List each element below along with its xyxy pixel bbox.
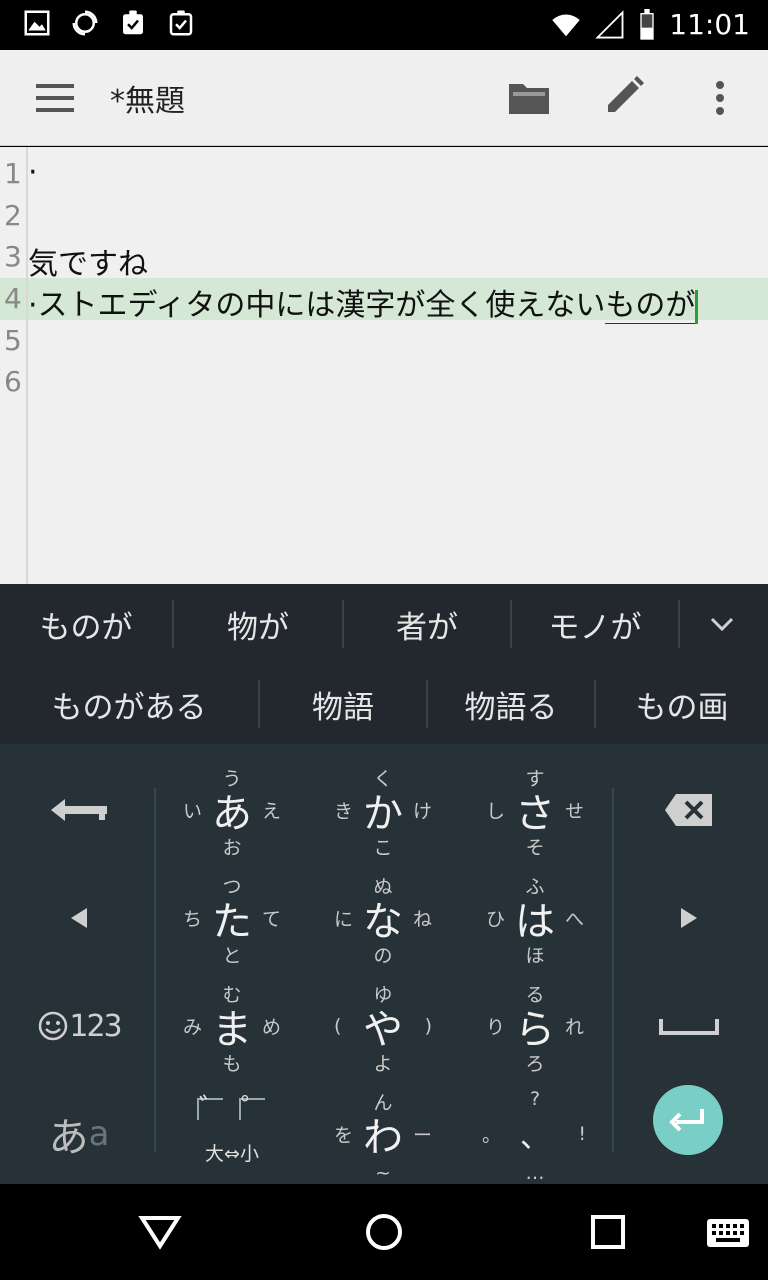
pencil-icon[interactable] (600, 76, 648, 120)
key-ha[interactable]: はふほひへ (460, 864, 610, 972)
recents-icon[interactable] (590, 1214, 626, 1250)
folder-icon[interactable] (505, 76, 553, 120)
backspace-icon (665, 794, 712, 826)
key-sa[interactable]: さすそしせ (460, 756, 610, 864)
navigation-bar (0, 1184, 768, 1280)
candidate-item[interactable]: ものが (0, 584, 172, 664)
number-mode-label: 123 (69, 1008, 122, 1044)
candidate-item[interactable]: もの画 (596, 664, 768, 744)
status-bar: 11:01 (0, 0, 768, 50)
candidate-item[interactable]: ものがある (0, 664, 258, 744)
menu-icon[interactable] (36, 80, 76, 116)
home-icon[interactable] (364, 1212, 404, 1252)
line-number: 6 (4, 365, 22, 398)
keyboard: 123 あa あうおいえ かくこきけ さすそしせ たつとちて なぬのにね はふほ… (0, 744, 768, 1184)
editor-line: · (28, 155, 38, 190)
backspace-key[interactable] (614, 756, 764, 864)
mode-label-kana: あ (48, 1115, 89, 1161)
line-number: 2 (4, 199, 22, 232)
composing-text: ものが (605, 288, 696, 324)
key-a[interactable]: あうおいえ (157, 756, 307, 864)
keyboard-icon[interactable] (706, 1218, 750, 1248)
key-ka[interactable]: かくこきけ (308, 756, 458, 864)
clipboard-check-icon (169, 10, 193, 36)
text-caret (695, 289, 699, 324)
key-ta[interactable]: たつとちて (157, 864, 307, 972)
line-number: 3 (4, 240, 22, 273)
key-na[interactable]: なぬのにね (308, 864, 458, 972)
undo-key[interactable] (4, 756, 154, 864)
key-punctuation[interactable]: ? 。 、 ! … (460, 1080, 610, 1188)
cursor-left-key[interactable] (4, 864, 154, 972)
candidate-item[interactable]: 物語 (260, 664, 426, 744)
candidate-item[interactable]: 者が (344, 584, 510, 664)
key-ma[interactable]: まむもみめ (157, 972, 307, 1080)
back-icon[interactable] (138, 1212, 182, 1252)
line-number: 4 (4, 282, 22, 315)
candidate-bar: ものが 物が 者が モノが (0, 584, 768, 664)
candidate-item[interactable]: モノが (512, 584, 678, 664)
candidate-item[interactable]: 物が (174, 584, 342, 664)
emoji-number-key[interactable]: 123 (4, 972, 154, 1080)
editor-line-current: ·ストエディタの中には漢字が全く使えないものが (28, 280, 768, 324)
line-text: ·ストエディタの中には漢字が全く使えない (28, 288, 606, 323)
undo-arrow-icon (51, 799, 107, 821)
arrow-right-icon (681, 908, 697, 928)
space-key[interactable] (614, 972, 764, 1080)
sync-icon (72, 10, 98, 36)
key-wa[interactable]: わん ~ をー (308, 1080, 458, 1188)
enter-key[interactable] (653, 1085, 723, 1155)
mode-label-alpha: a (88, 1114, 110, 1154)
key-dakuten[interactable]: ゛ ゜ 大⇔小 (157, 1080, 307, 1188)
line-number: 1 (4, 157, 22, 190)
emoji-icon (39, 1011, 68, 1041)
cursor-right-key[interactable] (614, 864, 764, 972)
document-title: *無題 (110, 84, 185, 119)
gutter-divider (26, 147, 28, 584)
input-mode-key[interactable]: あa (4, 1080, 154, 1188)
space-icon (659, 1019, 719, 1035)
editor-line: 気ですね (28, 247, 148, 282)
text-editor[interactable]: 1 2 3 4 5 6 · 気ですね ·ストエディタの中には漢字が全く使えないも… (0, 147, 768, 584)
clipboard-check-icon (123, 10, 143, 35)
key-ra[interactable]: らるろりれ (460, 972, 610, 1080)
signal-icon (595, 9, 624, 38)
key-ya[interactable]: やゆよ() (308, 972, 458, 1080)
arrow-left-icon (71, 908, 87, 928)
enter-icon (669, 1109, 704, 1132)
app-bar: *無題 (0, 50, 768, 146)
wifi-icon (552, 14, 581, 36)
more-vert-icon[interactable] (696, 76, 744, 120)
line-number: 5 (4, 324, 22, 357)
candidate-bar-2: ものがある 物語 物語る もの画 (0, 664, 768, 744)
image-icon (24, 10, 50, 36)
clock: 11:01 (669, 8, 750, 41)
candidate-item[interactable]: 物語る (428, 664, 594, 744)
expand-candidates-icon[interactable] (706, 610, 738, 638)
battery-icon (640, 8, 654, 40)
